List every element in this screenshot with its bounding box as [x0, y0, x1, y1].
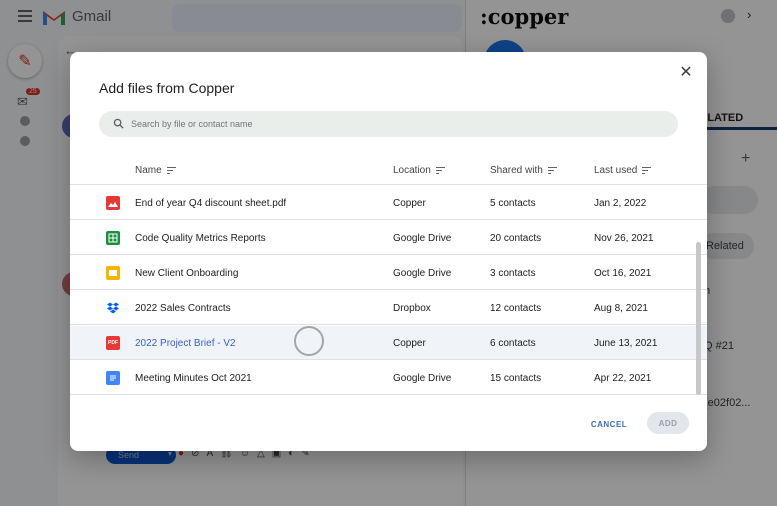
search-bar[interactable]	[99, 111, 678, 137]
scrollbar[interactable]	[696, 242, 701, 395]
google-docs-icon	[106, 371, 120, 385]
file-last-used: June 13, 2021	[594, 338, 658, 349]
add-files-dialog: ✕ Add files from Copper Name Location Sh…	[70, 52, 707, 451]
file-location: Google Drive	[393, 373, 452, 384]
file-shared-with: 5 contacts	[490, 198, 536, 209]
file-location: Dropbox	[393, 303, 431, 314]
search-icon	[113, 118, 124, 129]
google-sheets-icon	[106, 231, 120, 245]
column-label: Location	[393, 165, 431, 176]
file-last-used: Oct 16, 2021	[594, 268, 652, 279]
column-label: Name	[135, 165, 162, 176]
image-file-icon	[106, 196, 120, 210]
column-header-shared-with[interactable]: Shared with	[490, 165, 557, 176]
dialog-title: Add files from Copper	[99, 80, 235, 96]
table-row[interactable]: 2022 Sales Contracts Dropbox 12 contacts…	[70, 291, 707, 325]
file-shared-with: 12 contacts	[490, 303, 542, 314]
cancel-button[interactable]: CANCEL	[584, 414, 634, 434]
sort-icon[interactable]	[435, 167, 445, 174]
file-location: Google Drive	[393, 268, 452, 279]
file-shared-with: 6 contacts	[490, 338, 536, 349]
pdf-file-icon: PDF	[106, 336, 120, 350]
table-row[interactable]: New Client Onboarding Google Drive 3 con…	[70, 256, 707, 290]
table-row-selected[interactable]: PDF 2022 Project Brief - V2 Copper 6 con…	[70, 326, 707, 360]
table-row[interactable]: Meeting Minutes Oct 2021 Google Drive 15…	[70, 361, 707, 395]
search-input[interactable]	[131, 111, 671, 137]
file-last-used: Jan 2, 2022	[594, 198, 647, 209]
file-name: 2022 Sales Contracts	[135, 303, 231, 314]
sort-icon[interactable]	[166, 167, 176, 174]
column-header-location[interactable]: Location	[393, 165, 445, 176]
file-last-used: Apr 22, 2021	[594, 373, 652, 384]
file-name: New Client Onboarding	[135, 268, 239, 279]
file-location: Google Drive	[393, 233, 452, 244]
file-name: End of year Q4 discount sheet.pdf	[135, 198, 287, 209]
file-last-used: Nov 26, 2021	[594, 233, 654, 244]
file-shared-with: 15 contacts	[490, 373, 542, 384]
loading-spinner	[294, 326, 324, 356]
file-name: 2022 Project Brief - V2	[135, 338, 236, 349]
file-shared-with: 3 contacts	[490, 268, 536, 279]
file-shared-with: 20 contacts	[490, 233, 542, 244]
google-slides-icon	[106, 266, 120, 280]
file-location: Copper	[393, 338, 426, 349]
column-header-name[interactable]: Name	[135, 165, 176, 176]
sort-icon[interactable]	[547, 167, 557, 174]
dropbox-icon	[106, 301, 120, 315]
file-name: Meeting Minutes Oct 2021	[135, 373, 252, 384]
file-last-used: Aug 8, 2021	[594, 303, 648, 314]
table-row[interactable]: Code Quality Metrics Reports Google Driv…	[70, 221, 707, 255]
column-label: Shared with	[490, 165, 543, 176]
file-name: Code Quality Metrics Reports	[135, 233, 266, 244]
file-location: Copper	[393, 198, 426, 209]
close-icon[interactable]: ✕	[677, 64, 695, 82]
add-button[interactable]: ADD	[647, 412, 689, 434]
table-row[interactable]: End of year Q4 discount sheet.pdf Copper…	[70, 186, 707, 220]
table-header: Name Location Shared with Last used	[70, 155, 707, 185]
column-label: Last used	[594, 165, 638, 176]
column-header-last-used[interactable]: Last used	[594, 165, 652, 176]
sort-icon[interactable]	[642, 167, 652, 174]
